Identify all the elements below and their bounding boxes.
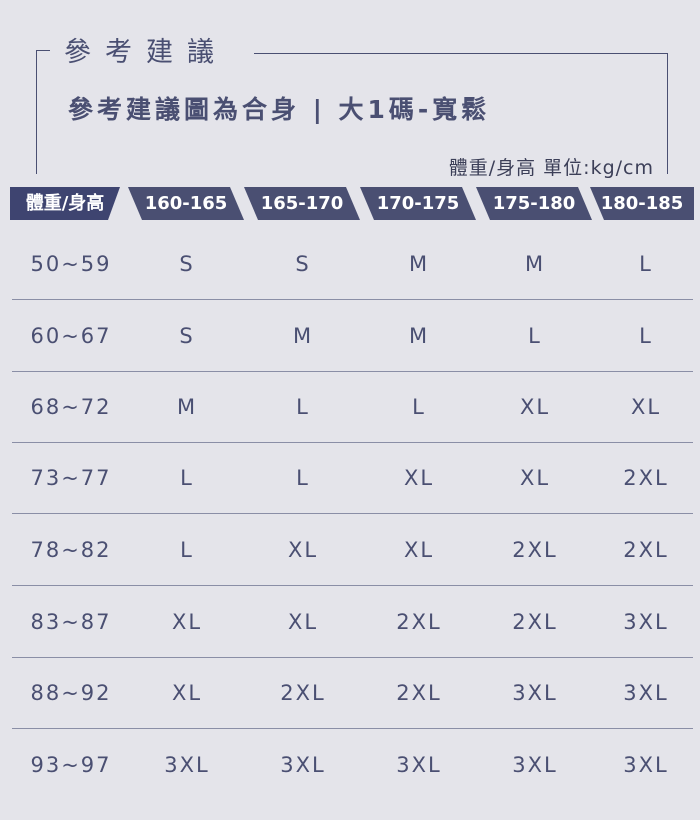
corner-label: 體重/身高 [10, 187, 120, 220]
row-divider [12, 513, 693, 514]
size-cell: L [180, 538, 194, 562]
size-cell: 3XL [623, 753, 669, 777]
size-cell: XL [171, 681, 203, 705]
size-cell: L [639, 252, 653, 276]
size-cell: M [524, 252, 546, 276]
size-cell: M [292, 324, 314, 348]
size-cell: L [296, 395, 310, 419]
table-row: 68~72 M L L XL XL [0, 372, 700, 443]
height-column-header: 160-165 [128, 187, 244, 220]
size-cell: XL [519, 395, 551, 419]
size-cell: M [408, 252, 430, 276]
size-cell: 3XL [164, 753, 210, 777]
row-divider [12, 299, 693, 300]
weight-cell: 68~72 [30, 395, 112, 419]
size-cell: L [639, 324, 653, 348]
table-row: 60~67 S M M L L [0, 301, 700, 372]
size-cell: M [408, 324, 430, 348]
size-cell: 2XL [512, 538, 558, 562]
size-cell: XL [630, 395, 662, 419]
frame-line-left [36, 50, 37, 174]
section-title: 參考建議 [64, 37, 228, 68]
size-cell: 2XL [623, 538, 669, 562]
size-cell: 3XL [623, 681, 669, 705]
size-cell: S [179, 324, 195, 348]
height-column-header: 170-175 [360, 187, 476, 220]
frame-line-right [667, 53, 668, 174]
weight-cell: 50~59 [30, 252, 112, 276]
weight-cell: 88~92 [30, 681, 112, 705]
size-cell: XL [171, 610, 203, 634]
size-cell: L [180, 466, 194, 490]
size-cell: 3XL [396, 753, 442, 777]
size-cell: 3XL [623, 610, 669, 634]
size-cell: XL [403, 466, 435, 490]
weight-cell: 60~67 [30, 324, 112, 348]
table-row: 50~59 S S M M L [0, 229, 700, 300]
height-column-header: 180-185 [590, 187, 694, 220]
size-cell: 3XL [512, 681, 558, 705]
size-table-header: 體重/身高 160-165 165-170 170-175 175-180 18… [10, 187, 694, 220]
size-cell: S [295, 252, 311, 276]
weight-cell: 78~82 [30, 538, 112, 562]
frame-line-top-right [254, 53, 668, 54]
size-cell: 2XL [396, 610, 442, 634]
height-column-header: 165-170 [244, 187, 360, 220]
size-cell: M [176, 395, 198, 419]
height-column-header: 175-180 [476, 187, 592, 220]
table-row: 73~77 L L XL XL 2XL [0, 443, 700, 514]
size-cell: L [528, 324, 542, 348]
row-divider [12, 585, 693, 586]
size-cell: XL [287, 538, 319, 562]
unit-note: 體重/身高 單位:kg/cm [448, 157, 654, 179]
size-cell: XL [519, 466, 551, 490]
size-cell: 3XL [512, 753, 558, 777]
fit-headline: 參考建議圖為合身 | 大1碼-寬鬆 [68, 95, 491, 124]
weight-cell: 73~77 [30, 466, 112, 490]
frame-line-top-left [36, 50, 50, 51]
row-divider [12, 728, 693, 729]
size-cell: 2XL [280, 681, 326, 705]
table-row: 93~97 3XL 3XL 3XL 3XL 3XL [0, 730, 700, 801]
table-row: 78~82 L XL XL 2XL 2XL [0, 515, 700, 586]
size-cell: 2XL [512, 610, 558, 634]
size-cell: 2XL [396, 681, 442, 705]
size-cell: S [179, 252, 195, 276]
size-cell: 3XL [280, 753, 326, 777]
size-cell: 2XL [623, 466, 669, 490]
table-row: 83~87 XL XL 2XL 2XL 3XL [0, 587, 700, 658]
weight-cell: 93~97 [30, 753, 112, 777]
size-cell: L [296, 466, 310, 490]
size-cell: XL [403, 538, 435, 562]
table-row: 88~92 XL 2XL 2XL 3XL 3XL [0, 658, 700, 729]
size-cell: L [412, 395, 426, 419]
size-cell: XL [287, 610, 319, 634]
weight-cell: 83~87 [30, 610, 112, 634]
